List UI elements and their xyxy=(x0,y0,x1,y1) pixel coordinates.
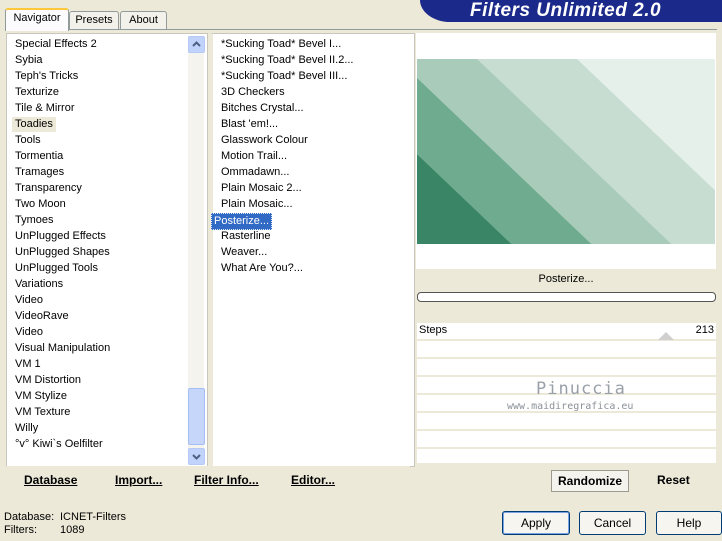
param-row-empty xyxy=(417,431,716,447)
import-button[interactable]: Import... xyxy=(115,473,162,487)
filter-info-button[interactable]: Filter Info... xyxy=(194,473,259,487)
category-item[interactable]: Special Effects 2 xyxy=(15,37,97,52)
category-item[interactable]: Variations xyxy=(15,277,63,292)
selected-filter-name: Posterize... xyxy=(538,273,594,285)
param-row-empty xyxy=(417,359,716,375)
filter-name-bar: Posterize... xyxy=(416,269,716,293)
category-item[interactable]: Video xyxy=(15,293,43,308)
filter-item[interactable]: Rasterline xyxy=(221,229,271,244)
cancel-button[interactable]: Cancel xyxy=(579,511,646,535)
category-item[interactable]: Two Moon xyxy=(15,197,66,212)
progress-bar xyxy=(417,292,716,302)
filter-item[interactable]: Posterize... xyxy=(211,213,273,230)
category-item[interactable]: VM 1 xyxy=(15,357,41,372)
category-item[interactable]: Toadies xyxy=(12,117,56,132)
database-value: ICNET-Filters xyxy=(60,511,126,523)
category-item[interactable]: Video xyxy=(15,325,43,340)
preview-image xyxy=(417,59,715,244)
filter-item[interactable]: What Are You?... xyxy=(221,261,303,276)
scroll-thumb[interactable] xyxy=(188,388,205,445)
filter-item[interactable]: Plain Mosaic... xyxy=(221,197,293,212)
category-item[interactable]: VideoRave xyxy=(15,309,69,324)
category-item[interactable]: Willy xyxy=(15,421,38,436)
scroll-down-button[interactable] xyxy=(188,448,205,465)
filter-item[interactable]: Glasswork Colour xyxy=(221,133,308,148)
filter-item[interactable]: Bitches Crystal... xyxy=(221,101,304,116)
category-item[interactable]: UnPlugged Tools xyxy=(15,261,98,276)
category-item[interactable]: Visual Manipulation xyxy=(15,341,110,356)
database-label: Database: xyxy=(4,511,55,523)
scroll-up-button[interactable] xyxy=(188,36,205,53)
category-list[interactable]: Special Effects 2 Sybia Teph's Tricks Textu… xyxy=(6,33,208,467)
chevron-down-icon xyxy=(192,454,201,460)
category-item[interactable]: Tormentia xyxy=(15,149,63,164)
filters-label: Filters: xyxy=(4,524,37,536)
param-row-empty xyxy=(417,341,716,357)
randomize-button[interactable]: Randomize xyxy=(551,470,629,492)
filter-item[interactable]: Ommadawn... xyxy=(221,165,289,180)
watermark-name: Pinuccia xyxy=(536,379,626,399)
category-item[interactable]: Tools xyxy=(15,133,41,148)
filter-item[interactable]: Weaver... xyxy=(221,245,267,260)
filter-item[interactable]: *Sucking Toad* Bevel III... xyxy=(221,69,347,84)
category-item[interactable]: UnPlugged Shapes xyxy=(15,245,110,260)
filter-item[interactable]: 3D Checkers xyxy=(221,85,285,100)
category-scrollbar[interactable] xyxy=(188,36,205,465)
tab-divider xyxy=(5,29,717,30)
watermark-url: www.maidiregrafica.eu xyxy=(507,401,634,412)
filter-item[interactable]: *Sucking Toad* Bevel I... xyxy=(221,37,341,52)
filter-list[interactable]: *Sucking Toad* Bevel I... *Sucking Toad* … xyxy=(210,33,415,467)
reset-button[interactable]: Reset xyxy=(657,473,690,487)
category-item[interactable]: VM Texture xyxy=(15,405,70,420)
tab-about[interactable]: About xyxy=(120,11,167,29)
editor-button[interactable]: Editor... xyxy=(291,473,335,487)
category-item[interactable]: VM Distortion xyxy=(15,373,81,388)
filter-item[interactable]: *Sucking Toad* Bevel II.2... xyxy=(221,53,354,68)
param-value: 213 xyxy=(695,324,714,336)
param-label: Steps xyxy=(419,324,448,336)
param-row-empty xyxy=(417,449,716,463)
filters-count: 1089 xyxy=(60,524,85,536)
category-item[interactable]: UnPlugged Effects xyxy=(15,229,106,244)
filter-item[interactable]: Blast 'em!... xyxy=(221,117,278,132)
category-item[interactable]: Transparency xyxy=(15,181,82,196)
category-item[interactable]: Tramages xyxy=(15,165,64,180)
category-item[interactable]: °v° Kiwi`s Oelfilter xyxy=(15,437,103,452)
app-title: Filters Unlimited 2.0 xyxy=(470,0,662,21)
filter-item[interactable]: Motion Trail... xyxy=(221,149,287,164)
tab-navigator[interactable]: Navigator xyxy=(5,8,69,31)
category-item[interactable]: VM Stylize xyxy=(15,389,67,404)
category-item[interactable]: Texturize xyxy=(15,85,59,100)
category-item[interactable]: Tile & Mirror xyxy=(15,101,74,116)
param-row-empty xyxy=(417,413,716,429)
preview-panel xyxy=(416,33,716,269)
tab-presets[interactable]: Presets xyxy=(69,11,119,29)
category-item[interactable]: Tymoes xyxy=(15,213,54,228)
category-item[interactable]: Teph's Tricks xyxy=(15,69,78,84)
apply-button[interactable]: Apply xyxy=(502,511,570,535)
help-button[interactable]: Help xyxy=(656,511,722,535)
param-row-steps[interactable]: Steps 213 xyxy=(417,323,716,340)
slider-marker-icon[interactable] xyxy=(658,332,674,340)
category-item[interactable]: Sybia xyxy=(15,53,43,68)
filter-item[interactable]: Plain Mosaic 2... xyxy=(221,181,302,196)
chevron-up-icon xyxy=(192,41,201,47)
database-button[interactable]: Database xyxy=(24,473,77,487)
